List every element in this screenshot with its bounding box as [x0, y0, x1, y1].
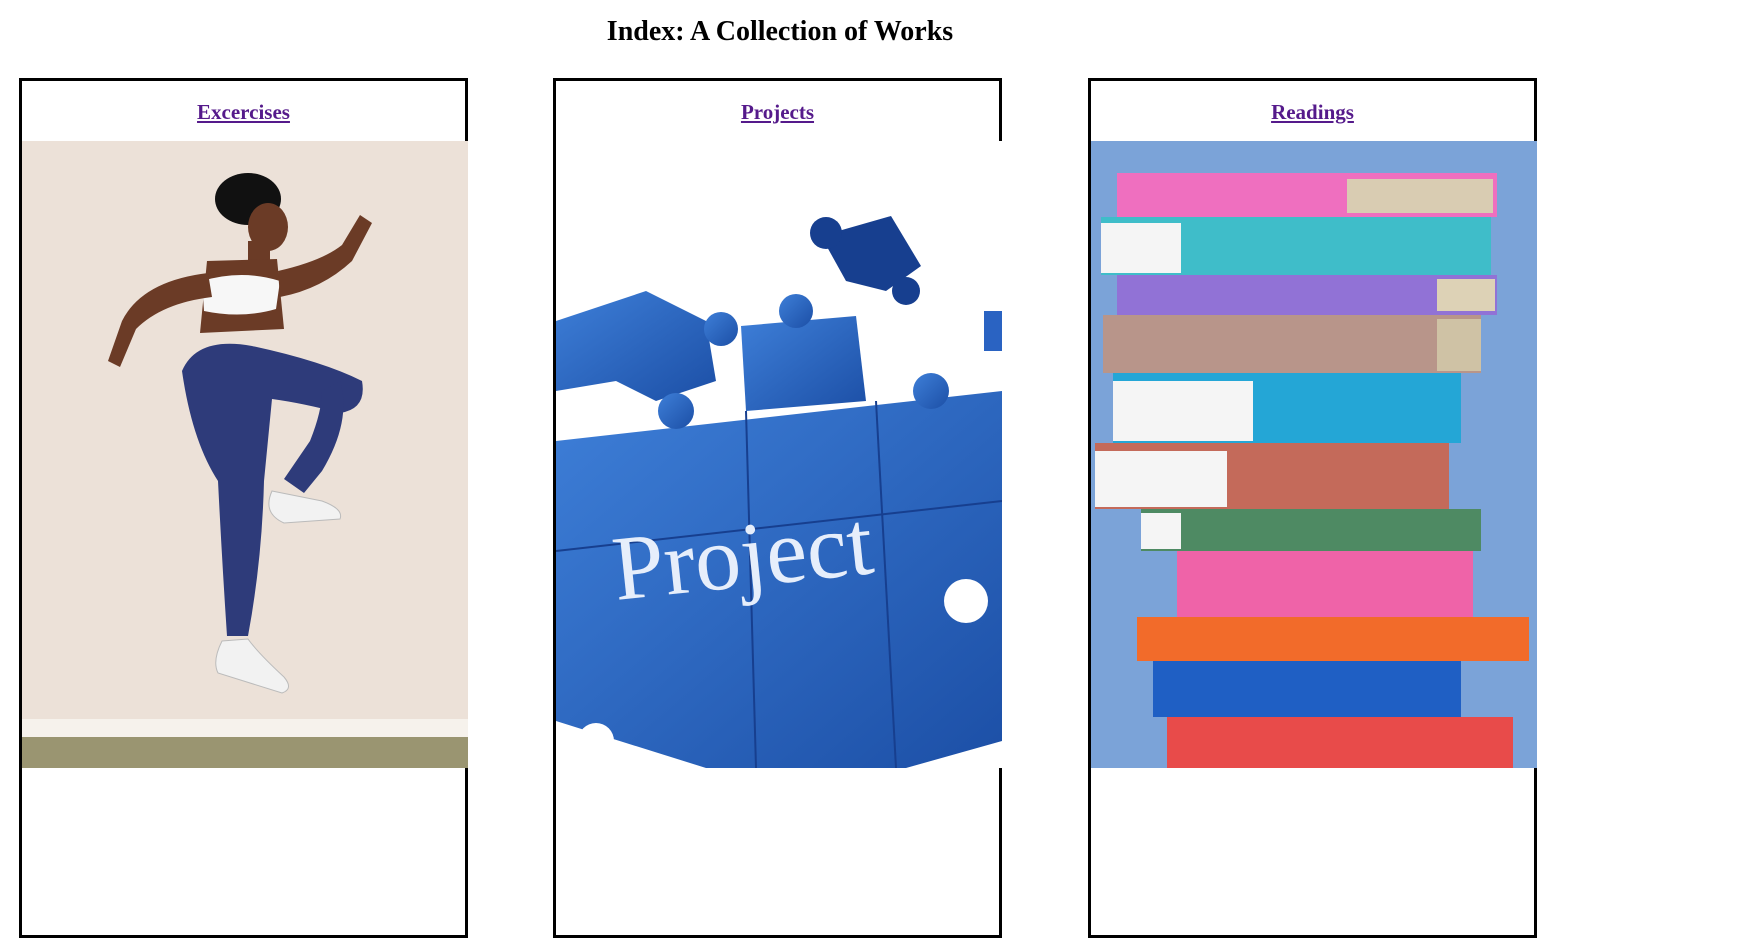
card-header: Readings [1091, 81, 1534, 143]
puzzle-project-image[interactable]: Project [556, 141, 1002, 768]
page-title: Index: A Collection of Works [606, 16, 954, 47]
card-excercises: Excercises [19, 78, 468, 938]
athlete-jumping-image[interactable] [22, 141, 468, 768]
athlete-illustration [22, 141, 468, 768]
readings-link[interactable]: Readings [1271, 100, 1354, 125]
projects-link[interactable]: Projects [741, 100, 814, 125]
card-readings: Readings [1088, 78, 1537, 938]
puzzle-illustration: Project [556, 141, 1002, 768]
book-stack-image[interactable] [1091, 141, 1537, 768]
card-header: Projects [556, 81, 999, 143]
card-header: Excercises [22, 81, 465, 143]
books-illustration [1091, 141, 1537, 768]
excercises-link[interactable]: Excercises [197, 100, 290, 125]
card-projects: Projects Project [553, 78, 1002, 938]
